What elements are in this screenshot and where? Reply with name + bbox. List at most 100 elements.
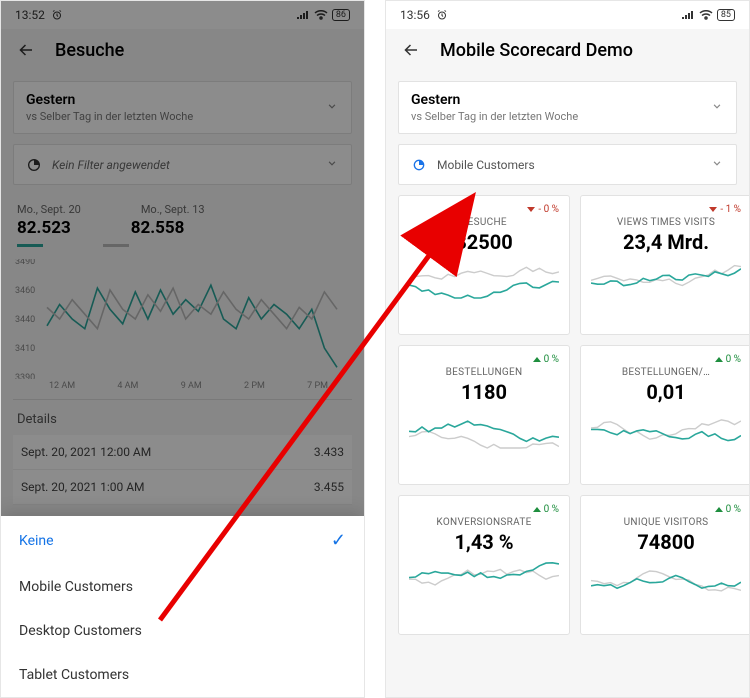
chevron-down-icon — [325, 155, 339, 174]
tile-value: 23,4 Mrd. — [591, 230, 741, 254]
date-range-selector[interactable]: Gestern vs Selber Tag in der letzten Woc… — [398, 81, 737, 134]
check-icon: ✓ — [331, 530, 346, 551]
svg-text:3460: 3460 — [15, 286, 35, 296]
tile-delta: 0 % — [591, 354, 741, 365]
details-header: Details — [13, 399, 352, 435]
segment-icon — [26, 157, 42, 173]
svg-text:3410: 3410 — [15, 344, 35, 354]
sparkline — [409, 254, 559, 330]
metric-tile[interactable]: - 1 % VIEWS TIMES VISITS 23,4 Mrd. — [580, 195, 749, 335]
wifi-icon — [699, 10, 713, 20]
metric-tile[interactable]: 0 % BESTELLUNGEN/… 0,01 — [580, 345, 749, 485]
series2-date: Mo., Sept. 13 — [141, 203, 205, 216]
tile-title: KONVERSIONSRATE — [409, 517, 559, 528]
tile-title: BESUCHE — [409, 217, 559, 228]
signal-icon — [681, 10, 695, 20]
series1-date: Mo., Sept. 20 — [17, 203, 81, 216]
line-chart: 3490 3460 3440 3410 3390 — [13, 259, 352, 379]
triangle-down-icon — [709, 207, 717, 212]
signal-icon — [296, 10, 310, 20]
battery-icon: 85 — [717, 9, 735, 21]
wifi-icon — [314, 10, 328, 20]
tile-value: 74800 — [591, 530, 741, 554]
segment-picker-sheet: Keine ✓ Mobile Customers Desktop Customers T… — [1, 516, 364, 697]
date-range-selector[interactable]: Gestern vs Selber Tag in der letzten Woc… — [13, 81, 352, 134]
detail-row[interactable]: Sept. 20, 2021 1:00 AM 3.455 — [13, 470, 352, 505]
app-header: Mobile Scorecard Demo — [386, 29, 749, 71]
sparkline — [409, 554, 559, 630]
phone-left: 13:52 86 Besuche Gestern vs Selber Tag i… — [0, 0, 365, 698]
svg-text:3390: 3390 — [15, 373, 35, 379]
series1-swatch — [17, 244, 43, 247]
series2-swatch — [103, 244, 129, 247]
metric-tile[interactable]: 0 % KONVERSIONSRATE 1,43 % — [398, 495, 570, 635]
tile-delta: 0 % — [409, 354, 559, 365]
tile-title: VIEWS TIMES VISITS — [591, 217, 741, 228]
detail-value: 3.455 — [314, 480, 344, 494]
tile-delta: 0 % — [409, 504, 559, 515]
chart-card: Mo., Sept. 20 Mo., Sept. 13 82.523 82.55… — [13, 195, 352, 391]
tile-title: UNIQUE VISITORS — [591, 517, 741, 528]
segment-icon — [411, 157, 427, 173]
segment-option-label: Tablet Customers — [19, 667, 129, 683]
detail-time: Sept. 20, 2021 1:00 AM — [21, 480, 145, 494]
sparkline — [591, 254, 741, 330]
detail-value: 3.433 — [314, 445, 344, 459]
segment-option[interactable]: Tablet Customers — [1, 653, 364, 697]
chevron-down-icon — [325, 98, 339, 117]
tile-value: 82500 — [409, 230, 559, 254]
status-bar: 13:52 86 — [1, 1, 364, 29]
alarm-icon — [436, 9, 448, 21]
app-header: Besuche — [1, 29, 364, 71]
filter-applied: Mobile Customers — [437, 158, 535, 172]
filter-label: Kein Filter angewendet — [52, 158, 170, 172]
battery-icon: 86 — [332, 9, 350, 21]
tile-delta: 0 % — [591, 504, 741, 515]
phone-right: 13:56 85 Mobile Scorecard Demo Gestern v… — [385, 0, 750, 698]
filter-selector[interactable]: Kein Filter angewendet — [13, 144, 352, 185]
tile-title: BESTELLUNGEN/… — [591, 367, 741, 378]
date-sub: vs Selber Tag in der letzten Woche — [26, 110, 193, 123]
page-title: Mobile Scorecard Demo — [440, 40, 633, 61]
tile-value: 1,43 % — [409, 530, 559, 554]
series2-value: 82.558 — [131, 218, 185, 238]
tile-value: 0,01 — [591, 380, 741, 404]
metric-tile[interactable]: 0 % UNIQUE VISITORS 74800 — [580, 495, 749, 635]
tile-delta: - 1 % — [591, 204, 741, 215]
status-time: 13:56 — [400, 8, 430, 22]
tile-title: BESTELLUNGEN — [409, 367, 559, 378]
metric-tile[interactable]: 0 % BESTELLUNGEN 1180 — [398, 345, 570, 485]
date-main: Gestern — [411, 92, 578, 108]
metric-tile[interactable]: - 0 % BESUCHE 82500 — [398, 195, 570, 335]
detail-row[interactable]: Sept. 20, 2021 12:00 AM 3.433 — [13, 435, 352, 470]
tile-delta: - 0 % — [409, 204, 559, 215]
status-time: 13:52 — [15, 8, 45, 22]
back-button[interactable] — [15, 39, 37, 61]
detail-time: Sept. 20, 2021 12:00 AM — [21, 445, 151, 459]
segment-option-label: Desktop Customers — [19, 623, 142, 639]
segment-option-label: Keine — [19, 533, 54, 549]
chevron-down-icon — [710, 98, 724, 117]
chevron-down-icon — [710, 155, 724, 174]
triangle-down-icon — [527, 207, 535, 212]
triangle-up-icon — [533, 357, 541, 362]
sparkline — [591, 404, 741, 480]
triangle-up-icon — [715, 357, 723, 362]
segment-option[interactable]: Desktop Customers — [1, 609, 364, 653]
status-bar: 13:56 85 — [386, 1, 749, 29]
triangle-up-icon — [533, 507, 541, 512]
svg-text:3490: 3490 — [15, 259, 35, 267]
page-title: Besuche — [55, 40, 124, 61]
back-button[interactable] — [400, 39, 422, 61]
segment-option[interactable]: Keine ✓ — [1, 516, 364, 565]
tile-value: 1180 — [409, 380, 559, 404]
svg-text:3440: 3440 — [15, 315, 35, 325]
triangle-up-icon — [715, 507, 723, 512]
sparkline — [409, 404, 559, 480]
filter-selector[interactable]: Mobile Customers — [398, 144, 737, 185]
segment-option[interactable]: Mobile Customers — [1, 565, 364, 609]
date-sub: vs Selber Tag in der letzten Woche — [411, 110, 578, 123]
series1-value: 82.523 — [17, 218, 71, 238]
date-main: Gestern — [26, 92, 193, 108]
segment-option-label: Mobile Customers — [19, 579, 133, 595]
